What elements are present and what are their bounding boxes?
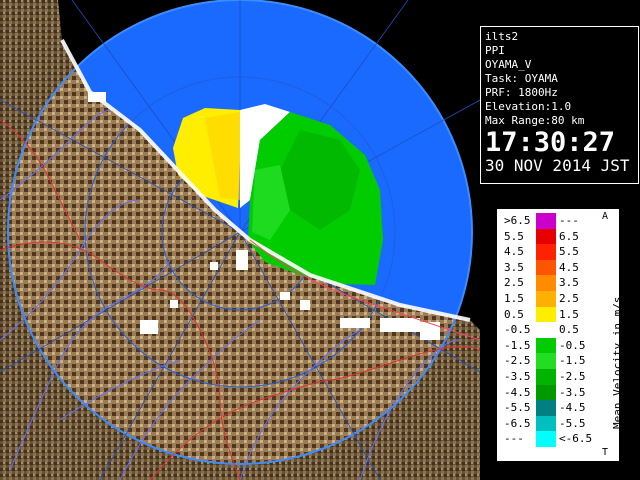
legend-high-value: -0.5 xyxy=(559,338,586,352)
legend-row: 2.5 3.5 xyxy=(504,275,595,291)
legend-color-swatch xyxy=(536,353,556,369)
legend-color-swatch xyxy=(536,337,556,354)
legend-row: -3.5 -2.5 xyxy=(504,368,595,385)
legend-row: -2.5 -1.5 xyxy=(504,353,595,369)
prf-label: PRF: 1800Hz xyxy=(485,86,558,99)
source-label: ilts2 xyxy=(485,30,519,43)
legend-color-swatch xyxy=(536,368,556,385)
legend-low-value: 0.5 xyxy=(504,307,524,321)
legend-low-value: 5.5 xyxy=(504,229,524,243)
legend-color-swatch xyxy=(536,290,556,307)
legend-low-value: -4.5 xyxy=(504,385,531,399)
legend-low-value: -2.5 xyxy=(504,354,531,368)
legend-low-value: -0.5 xyxy=(504,323,531,337)
ppi-map xyxy=(0,0,480,480)
legend-row: --- <-6.5 xyxy=(504,431,595,447)
site-label: OYAMA_V xyxy=(485,58,532,71)
legend-high-value: 0.5 xyxy=(559,323,579,337)
legend-color-swatch xyxy=(536,384,556,401)
legend-row: 5.5 6.5 xyxy=(504,228,595,245)
product-label: PPI xyxy=(485,44,505,57)
legend-high-value: -5.5 xyxy=(559,416,586,430)
legend-high-value: 3.5 xyxy=(559,276,579,290)
legend-title: Mean Velocity in m/s xyxy=(611,296,624,429)
legend-row: >6.5 --- xyxy=(504,213,595,229)
legend-high-value: -3.5 xyxy=(559,385,586,399)
legend-low-value: 3.5 xyxy=(504,260,524,274)
legend-low-value: 2.5 xyxy=(504,276,524,290)
legend-low-value: --- xyxy=(504,432,524,446)
time-label: 17:30:27 xyxy=(485,127,616,158)
legend-row: -6.5 -5.5 xyxy=(504,415,595,432)
legend-row: 3.5 4.5 xyxy=(504,259,595,276)
info-panel: ilts2 PPI OYAMA_V Task: OYAMA PRF: 1800H… xyxy=(480,26,639,184)
legend-row: -4.5 -3.5 xyxy=(504,384,595,401)
legend-color-swatch xyxy=(536,431,556,447)
legend-color-swatch xyxy=(536,322,556,338)
legend-high-value: <-6.5 xyxy=(559,432,593,446)
legend-top-marker: A xyxy=(602,211,609,222)
legend-high-value: -4.5 xyxy=(559,401,586,415)
date-label: 30 NOV 2014 JST xyxy=(485,156,630,175)
legend-color-swatch xyxy=(536,259,556,276)
legend-low-value: >6.5 xyxy=(504,214,531,227)
legend-color-swatch xyxy=(536,400,556,416)
legend-color-swatch xyxy=(536,306,556,323)
radar-display: ilts2 PPI OYAMA_V Task: OYAMA PRF: 1800H… xyxy=(0,0,640,480)
legend-table: >6.5 --- 5.5 6.5 4.5 5.5 3.5 4.5 2.5 3.5 1.5 2.5 0.5… xyxy=(504,213,595,447)
legend-high-value: -2.5 xyxy=(559,369,586,383)
legend-low-value: -5.5 xyxy=(504,401,531,415)
legend-low-value: 4.5 xyxy=(504,245,524,259)
legend-color-swatch xyxy=(536,244,556,260)
legend-high-value: 6.5 xyxy=(559,229,579,243)
legend-color-swatch xyxy=(536,228,556,245)
task-label: Task: OYAMA xyxy=(485,72,558,85)
velocity-legend: >6.5 --- 5.5 6.5 4.5 5.5 3.5 4.5 2.5 3.5 1.5 2.5 0.5… xyxy=(497,209,624,461)
legend-row: -0.5 0.5 xyxy=(504,322,595,338)
legend-low-value: -3.5 xyxy=(504,369,531,383)
legend-low-value: -1.5 xyxy=(504,338,531,352)
legend-color-swatch xyxy=(536,415,556,432)
legend-high-value: 5.5 xyxy=(559,245,579,259)
legend-high-value: 1.5 xyxy=(559,307,579,321)
legend-row: 0.5 1.5 xyxy=(504,306,595,323)
legend-row: -1.5 -0.5 xyxy=(504,337,595,354)
legend-high-value: -1.5 xyxy=(559,354,586,368)
legend-high-value: 4.5 xyxy=(559,260,579,274)
legend-row: -5.5 -4.5 xyxy=(504,400,595,416)
max-range-label: Max Range:80 km xyxy=(485,114,585,127)
legend-row: 1.5 2.5 xyxy=(504,290,595,307)
legend-high-value: 2.5 xyxy=(559,291,579,305)
legend-bottom-marker: T xyxy=(602,447,609,458)
legend-color-swatch xyxy=(536,275,556,291)
legend-low-value: 1.5 xyxy=(504,291,524,305)
legend-high-value: --- xyxy=(559,214,579,227)
legend-low-value: -6.5 xyxy=(504,416,531,430)
legend-color-swatch xyxy=(536,213,556,229)
elevation-label: Elevation:1.0 xyxy=(485,100,572,113)
legend-row: 4.5 5.5 xyxy=(504,244,595,260)
